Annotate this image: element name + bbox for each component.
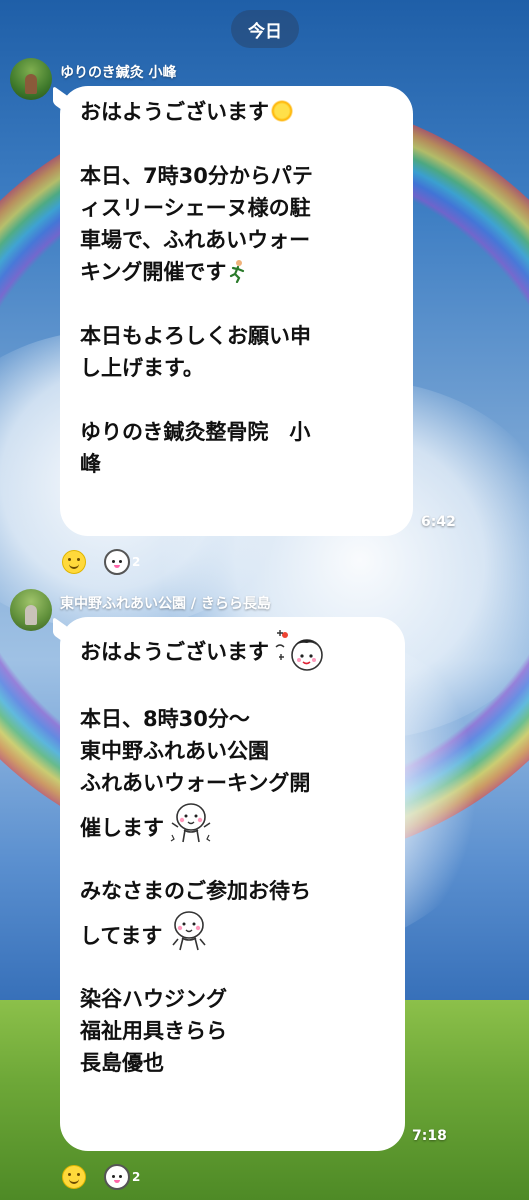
sticker-reaction-icon[interactable] <box>104 549 130 575</box>
message-bubble[interactable]: おはようございます 本日、8時30分〜 東中野ふれあい公園 ふれあいウォーキング… <box>53 616 405 1151</box>
message-line: 本日、8時30分〜 <box>80 707 250 731</box>
sender-avatar[interactable] <box>10 589 52 631</box>
reaction-count: 2 <box>132 1170 141 1184</box>
message-line: 催します <box>80 816 164 840</box>
reaction-row: 2 <box>62 549 140 575</box>
sticker-reaction-icon[interactable] <box>104 1164 130 1190</box>
message-line: ィスリーシェーヌ様の駐 <box>80 196 311 220</box>
message-line: 東中野ふれあい公園 <box>80 739 269 763</box>
message-line: 車場で、ふれあいウォー <box>80 228 311 252</box>
message-line: ゆりのき鍼灸整骨院 小 <box>80 420 311 444</box>
message-line: みなさまのご参加お待ち <box>80 879 311 903</box>
message-line: おはようございます <box>80 100 269 124</box>
character-sticker-icon <box>172 911 206 951</box>
message-bubble[interactable]: おはようございます 本日、7時30分からパテ ィスリーシェーヌ様の駐 車場で、ふ… <box>53 85 413 536</box>
sun-emoji-icon <box>271 100 293 122</box>
message-time: 6:42 <box>421 514 456 530</box>
message-line: 本日もよろしくお願い申 <box>80 324 311 348</box>
sender-avatar[interactable] <box>10 58 52 100</box>
character-sticker-icon <box>170 803 211 843</box>
message-line: 峰 <box>80 452 101 476</box>
sender-name: ゆりのき鍼灸 小峰 <box>60 65 177 81</box>
message-line: してます <box>80 924 163 948</box>
message-time: 7:18 <box>412 1128 447 1144</box>
message-line: 本日、7時30分からパテ <box>80 164 313 188</box>
reaction-count: 2 <box>132 555 141 569</box>
message-line: ふれあいウォーキング開 <box>80 771 311 795</box>
date-label: 今日 <box>248 21 282 42</box>
message-line: キング開催です <box>80 260 227 284</box>
message-line: おはようございます <box>80 640 269 664</box>
sender-name: 東中野ふれあい公園 / きらら長島 <box>60 596 271 612</box>
message-line: 福祉用具きらら <box>80 1019 227 1043</box>
message-line: し上げます。 <box>80 356 204 380</box>
message-line: 染谷ハウジング <box>80 987 227 1011</box>
message-line: 長島優也 <box>80 1051 164 1075</box>
smile-reaction-icon[interactable] <box>62 1165 86 1189</box>
date-separator: 今日 <box>231 10 299 48</box>
smile-reaction-icon[interactable] <box>62 550 86 574</box>
reaction-row: 2 <box>62 1164 140 1190</box>
ohayou-sticker-icon <box>275 630 323 671</box>
running-person-emoji-icon <box>230 260 245 283</box>
